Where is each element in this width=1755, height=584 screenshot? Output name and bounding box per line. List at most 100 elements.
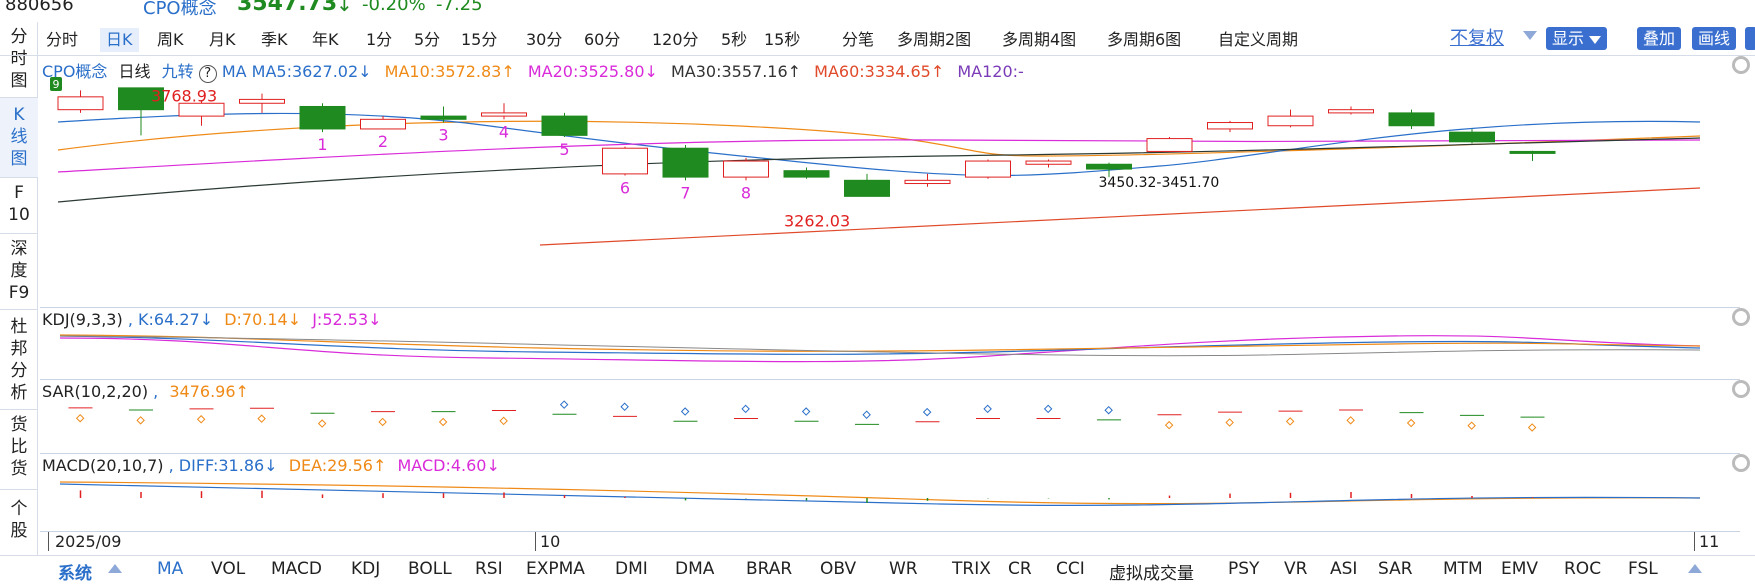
sar-dot (1527, 423, 1537, 432)
indicator-tab-23[interactable]: ROC (1564, 559, 1601, 579)
nine-turn-label: 2 (378, 132, 388, 151)
candle-body (299, 105, 346, 130)
indicator-tab-6[interactable]: RSI (475, 559, 503, 579)
expand-up-icon[interactable] (1688, 564, 1702, 573)
price-change: -7.25 (436, 0, 483, 15)
period-tab-12[interactable]: 5秒 (715, 28, 753, 52)
kline-panel[interactable]: CPO概念 日线 九转 ? MA MA5:3627.02↓ MA10:3572.… (40, 56, 1750, 308)
period-tab-4[interactable]: 季K (255, 28, 294, 52)
candle-body (1388, 112, 1435, 127)
sar-dot (983, 404, 992, 414)
period-tab-8[interactable]: 15分 (455, 28, 503, 52)
x-tick-label: 11 (1694, 532, 1719, 551)
sar-dot (196, 415, 206, 424)
period-tab-14[interactable]: 分笔 (836, 28, 880, 52)
range-label: 3450.32-3451.70 (1099, 175, 1220, 191)
indicator-tab-20[interactable]: SAR (1378, 559, 1413, 579)
candle-body (1328, 109, 1374, 114)
period-tab-2[interactable]: 周K (151, 28, 190, 52)
nine-turn-label: 8 (741, 183, 751, 202)
low-price-label: 3262.03 (784, 211, 850, 230)
show-chevron-down-icon (1589, 35, 1602, 44)
side-tab-f10[interactable]: F 10 (0, 178, 38, 234)
indicator-tab-15[interactable]: CCI (1056, 559, 1085, 579)
candle-body (602, 147, 648, 175)
candle-body (1267, 115, 1314, 127)
sar-dot (862, 410, 871, 419)
fq-dropdown[interactable]: 不复权 (1450, 27, 1504, 50)
period-tab-6[interactable]: 1分 (360, 28, 398, 52)
indicator-tab-24[interactable]: FSL (1628, 559, 1658, 579)
indicator-tab-11[interactable]: OBV (820, 559, 856, 579)
side-tab-dupont[interactable]: 杜 邦 分 析 (0, 310, 38, 410)
expand-up-icon[interactable] (108, 564, 122, 573)
stock-name[interactable]: CPO概念 (143, 0, 217, 20)
indicator-tab-10[interactable]: BRAR (746, 559, 792, 579)
period-tab-3[interactable]: 月K (203, 28, 242, 52)
period-tab-10[interactable]: 60分 (578, 28, 626, 52)
candle-body (360, 118, 406, 130)
indicator-tab-14[interactable]: CR (1008, 559, 1032, 579)
period-tab-16[interactable]: 多周期4图 (996, 28, 1082, 52)
price-pct: -0.20% (362, 0, 426, 15)
period-tab-7[interactable]: 5分 (408, 28, 446, 52)
macd-chart (59, 481, 1701, 506)
stock-code: 880656 (5, 0, 74, 15)
candle-body (1509, 150, 1556, 154)
nine-badge-label: 9 (53, 78, 60, 91)
kdj-panel[interactable]: KDJ(9,3,3) , K:64.27↓ D:70.14↓ J:52.53↓ (40, 308, 1750, 380)
more-button[interactable] (1745, 27, 1755, 50)
show-button[interactable]: 显示 (1546, 27, 1608, 50)
period-tab-17[interactable]: 多周期6图 (1101, 28, 1187, 52)
draw-line-button[interactable]: 画线 (1692, 27, 1737, 50)
candlestick-chart[interactable]: 1 2 3 4 5 6 7 8 3768.93 3262.03 3450.32-3451.70 9 (40, 56, 1740, 308)
side-tab-stock[interactable]: 个 股 (0, 490, 38, 557)
indicator-tab-21[interactable]: MTM (1443, 559, 1483, 579)
indicator-tab-2[interactable]: VOL (211, 559, 245, 579)
indicator-tab-17[interactable]: PSY (1228, 559, 1259, 579)
indicator-tab-0[interactable]: 系统 (58, 559, 92, 584)
macd-panel[interactable]: MACD(20,10,7) , DIFF:31.86↓ DEA:29.56↑ M… (40, 454, 1750, 532)
side-tab-kline[interactable]: K 线 图 (0, 98, 38, 178)
fq-chevron-down-icon[interactable] (1523, 31, 1537, 40)
sar-dot (136, 416, 145, 425)
indicator-tab-1[interactable]: MA (157, 559, 183, 579)
side-tab-f9[interactable]: 深 度 F9 (0, 234, 38, 310)
sar-dot (1285, 417, 1295, 426)
indicator-tab-18[interactable]: VR (1284, 559, 1307, 579)
indicator-tab-22[interactable]: EMV (1501, 559, 1538, 579)
indicator-tab-7[interactable]: EXPMA (526, 559, 585, 579)
candle-body (481, 112, 527, 117)
candle-body (662, 147, 709, 178)
period-tab-1[interactable]: 日K (100, 28, 139, 52)
side-tab-dupont-label: 杜 邦 分 析 (10, 317, 28, 403)
sar-dot (1164, 420, 1174, 430)
period-tab-11[interactable]: 120分 (646, 28, 705, 52)
sar-dot (257, 414, 266, 423)
period-tab-0[interactable]: 分时 (40, 28, 84, 52)
x-tick-label: 10 (535, 532, 560, 551)
indicator-tab-12[interactable]: WR (889, 559, 918, 579)
period-tab-15[interactable]: 多周期2图 (891, 28, 977, 52)
period-tab-5[interactable]: 年K (306, 28, 345, 52)
indicator-tab-4[interactable]: KDJ (351, 559, 380, 579)
sar-dot (317, 419, 327, 428)
indicator-tab-5[interactable]: BOLL (408, 559, 452, 579)
sar-dot (559, 400, 569, 409)
indicator-tab-13[interactable]: TRIX (952, 559, 991, 579)
overlay-button[interactable]: 叠加 (1637, 27, 1682, 50)
period-tab-9[interactable]: 30分 (520, 28, 568, 52)
sar-dot (1406, 418, 1416, 428)
indicator-tab-3[interactable]: MACD (271, 559, 322, 579)
high-price-label: 3768.93 (151, 87, 217, 106)
stock-price: 3547.73 (237, 0, 338, 16)
period-tab-13[interactable]: 15秒 (758, 28, 806, 52)
indicator-tab-19[interactable]: ASI (1330, 559, 1357, 579)
period-tab-18[interactable]: 自定义周期 (1212, 28, 1304, 52)
indicator-tab-8[interactable]: DMI (615, 559, 648, 579)
indicator-tab-16[interactable]: 虚拟成交量 (1109, 559, 1194, 584)
side-tab-f10-label: F 10 (8, 183, 30, 225)
indicator-tab-9[interactable]: DMA (675, 559, 714, 579)
side-tab-compare[interactable]: 货 比 货 (0, 410, 38, 490)
sar-panel[interactable]: SAR(10,2,20) , 3476.96↑ (40, 380, 1750, 454)
